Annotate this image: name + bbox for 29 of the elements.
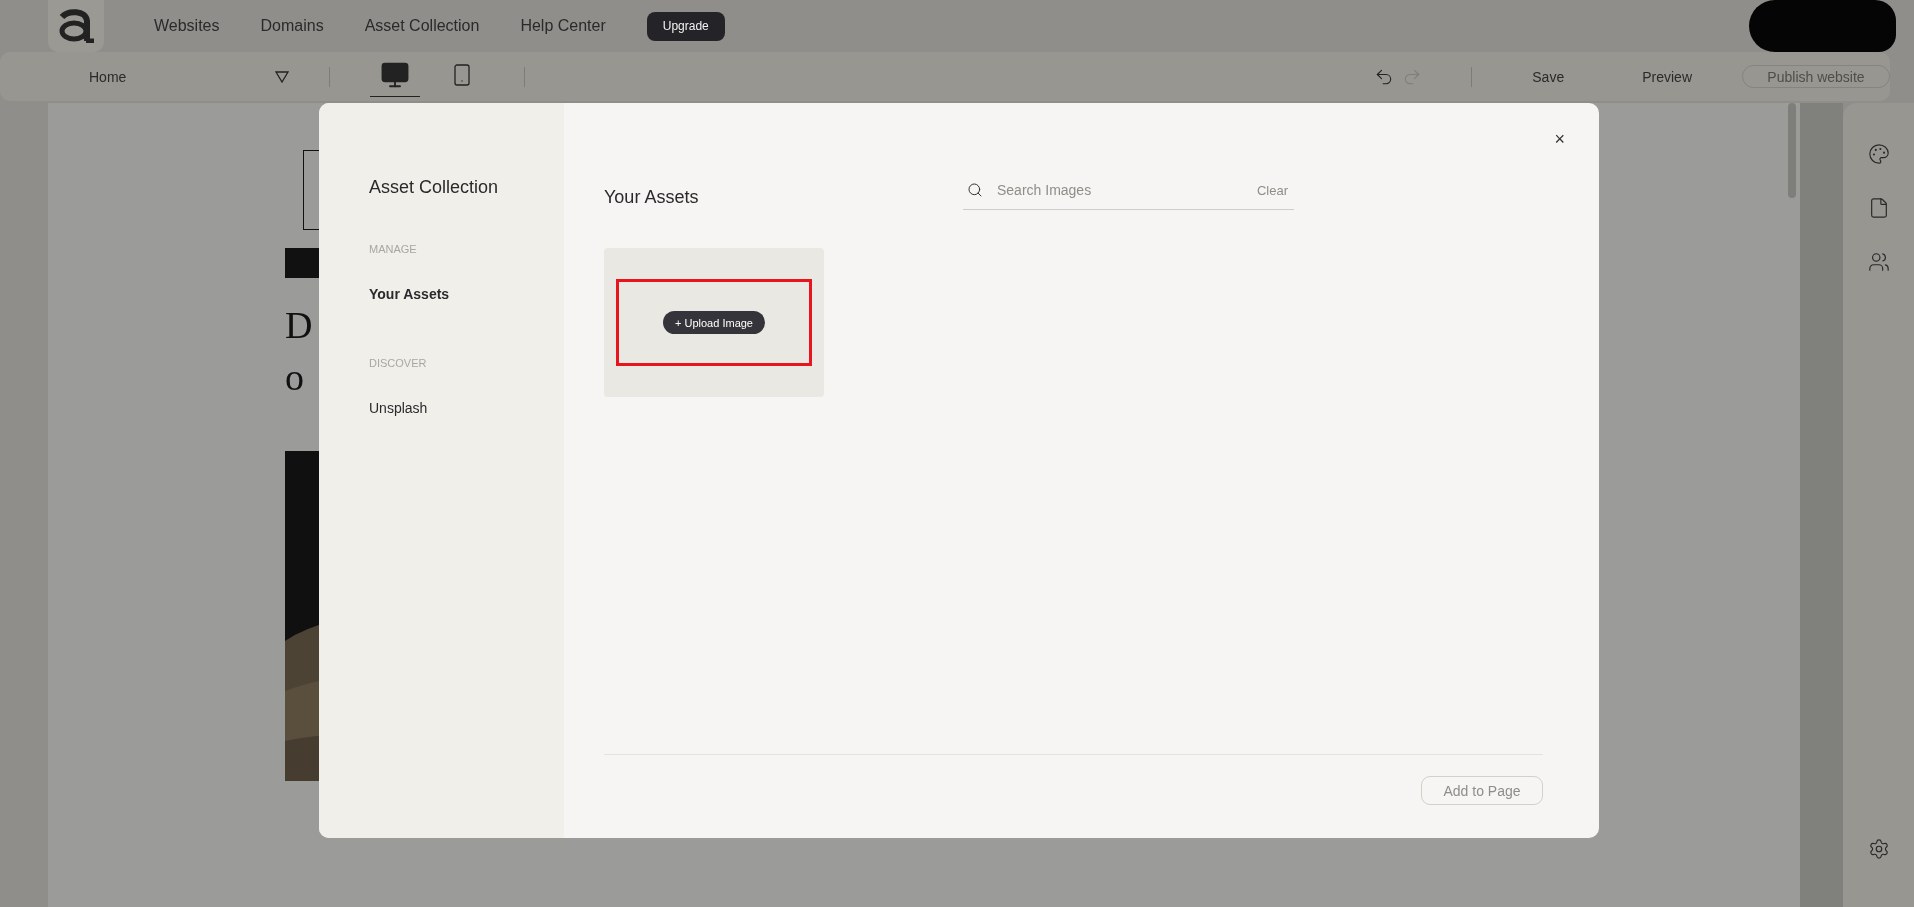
modal-nav-item[interactable]: Your Assets — [369, 286, 564, 302]
nav-link[interactable]: Help Center — [520, 17, 606, 35]
page-name: Home — [89, 68, 127, 85]
upload-button[interactable]: + Upload Image — [663, 311, 765, 334]
nav-link[interactable]: Asset Collection — [364, 17, 480, 35]
site-heading: D — [285, 306, 313, 344]
site-heading: o — [285, 358, 304, 396]
modal-title: Asset Collection — [369, 177, 500, 198]
nav-link[interactable]: Domains — [260, 17, 324, 35]
upgrade-button[interactable]: Upgrade — [646, 11, 725, 41]
search-icon — [967, 182, 983, 198]
nav-link[interactable]: Websites — [154, 17, 220, 35]
logo-tile[interactable] — [48, 0, 104, 52]
users-icon[interactable] — [1867, 251, 1890, 273]
close-button[interactable]: × — [1554, 129, 1565, 150]
scrollbar-thumb[interactable] — [1788, 103, 1796, 198]
settings-icon[interactable] — [1867, 838, 1890, 860]
preview-button[interactable]: Preview — [1642, 68, 1692, 85]
search-field[interactable]: Search Images Clear — [963, 181, 1294, 210]
clear-button[interactable]: Clear — [1256, 182, 1288, 198]
dropdown-icon — [275, 70, 289, 83]
avatar[interactable] — [1749, 0, 1896, 52]
content-title: Your Assets — [604, 187, 700, 208]
desktop-icon — [380, 60, 410, 90]
modal-nav-item[interactable]: Unsplash — [369, 400, 564, 416]
section-heading: DISCOVER — [369, 357, 428, 369]
page-select[interactable]: Home — [89, 68, 289, 85]
section-heading: MANAGE — [369, 243, 418, 255]
save-button[interactable]: Save — [1532, 68, 1565, 85]
